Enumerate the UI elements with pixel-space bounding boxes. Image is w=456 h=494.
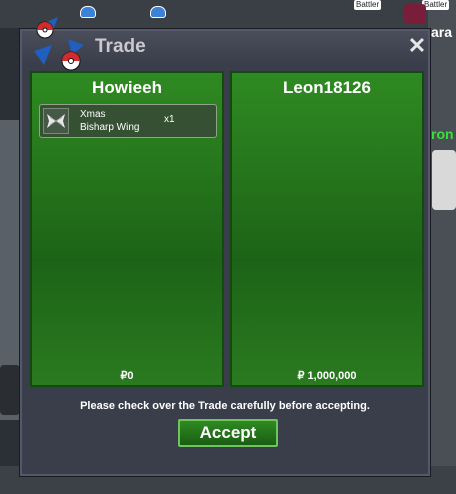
trade-panel-self: Howieeh Xmas Bisharp Wing x1 ₽0 [30,71,224,387]
accept-button[interactable]: Accept [178,419,278,447]
background-right-strip [428,0,456,494]
trade-notice: Please check over the Trade carefully be… [80,400,370,412]
player-name: Howieeh [92,78,162,97]
pokemon-figure-icon [432,150,456,210]
player-figure-icon [404,4,426,24]
money-offer: ₽ 1,000,000 [297,370,357,382]
trade-item-slot[interactable]: Xmas Bisharp Wing x1 [39,104,217,138]
trade-panel-partner: Leon18126 ₽ 1,000,000 [230,71,424,387]
item-name: Xmas Bisharp Wing [80,108,160,134]
money-offer: ₽0 [120,370,134,382]
player-sprite-icon [150,6,166,18]
background-name-fragment: ron [431,126,454,142]
close-icon[interactable]: ✕ [406,34,428,58]
window-title: Trade [95,36,146,57]
wing-icon [43,108,69,134]
item-name-line: Xmas [80,109,106,120]
battler-tag: Battler [354,0,382,10]
trade-window: Trade ✕ Howieeh Xmas Bisharp Wing x1 ₽0 … [20,17,430,476]
pokeball-logo-icon [34,17,84,71]
item-quantity: x1 [164,114,175,125]
item-name-line: Bisharp Wing [80,122,140,133]
player-name: Leon18126 [283,78,371,97]
battler-tag: Battler [422,0,450,10]
background-name-fragment: ara [431,24,453,40]
background-structure [0,365,20,415]
